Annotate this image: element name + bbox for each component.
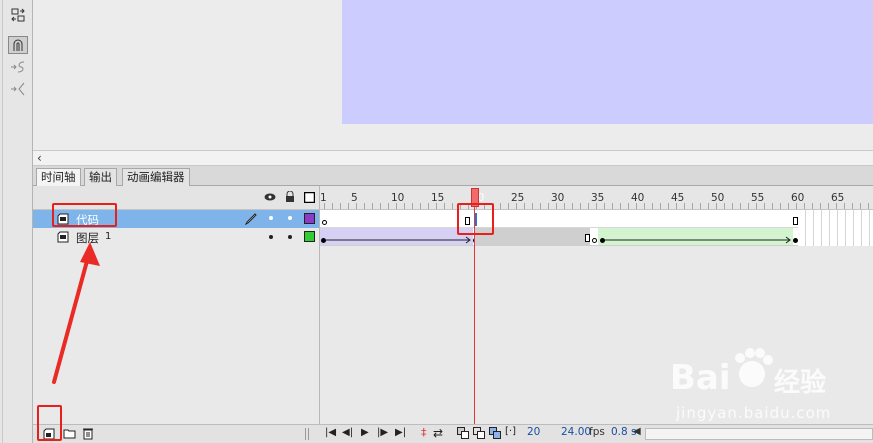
- loop-icon[interactable]: ⇄: [433, 426, 443, 440]
- frame-rate[interactable]: 24.00: [561, 426, 591, 438]
- ruler-label: 5: [351, 192, 358, 204]
- keyframe[interactable]: [793, 238, 798, 243]
- ruler-label: 55: [751, 192, 765, 204]
- lock-dot[interactable]: [288, 216, 292, 220]
- panel-edge: [2, 0, 3, 443]
- ruler-label: 50: [711, 192, 725, 204]
- keyframe-end[interactable]: [585, 234, 590, 242]
- ruler-label: 35: [591, 192, 605, 204]
- tools-panel: [0, 0, 33, 443]
- magnet-icon[interactable]: [8, 36, 28, 54]
- panel-tab-bar: 时间轴 输出 动画编辑器: [33, 166, 873, 186]
- play-icon[interactable]: ▶: [361, 427, 369, 438]
- onion-outline-icon[interactable]: [473, 427, 485, 442]
- tab-timeline[interactable]: 时间轴: [36, 168, 81, 186]
- outline-icon[interactable]: [303, 191, 316, 206]
- annotation-arrow: [52, 242, 100, 384]
- ruler-label: 1: [320, 192, 327, 204]
- ruler-label: 15: [431, 192, 445, 204]
- onion-skin-icon[interactable]: [457, 427, 469, 442]
- center-frame-icon[interactable]: ‡: [421, 426, 427, 439]
- blank-keyframe[interactable]: [322, 220, 327, 225]
- keyframe[interactable]: [321, 238, 326, 243]
- eye-icon[interactable]: [264, 192, 276, 205]
- go-to-first-icon[interactable]: |◀: [325, 427, 336, 438]
- swap-icon[interactable]: [8, 6, 28, 24]
- scroll-left-icon[interactable]: ◀: [633, 426, 641, 437]
- ruler-label: 45: [671, 192, 685, 204]
- ruler-label: 30: [551, 192, 565, 204]
- onion-markers-icon[interactable]: [·]: [505, 426, 516, 437]
- layer-color-swatch[interactable]: [304, 231, 315, 242]
- tab-output[interactable]: 输出: [84, 168, 117, 186]
- blank-keyframe[interactable]: [592, 238, 597, 243]
- frame-row-code[interactable]: [320, 210, 798, 228]
- annotation-box-new-layer: [37, 405, 62, 441]
- visibility-dot[interactable]: [269, 235, 273, 239]
- ruler-label: 10: [391, 192, 405, 204]
- annotation-box-layer: [52, 203, 117, 227]
- ruler-label: 40: [631, 192, 645, 204]
- fps-unit: fps: [589, 426, 605, 438]
- layer-color-swatch[interactable]: [304, 213, 315, 224]
- scroll-left-icon[interactable]: ‹: [37, 151, 42, 165]
- tab-motion-editor[interactable]: 动画编辑器: [122, 168, 190, 186]
- straighten-icon[interactable]: [8, 80, 28, 98]
- lock-icon[interactable]: [285, 190, 295, 206]
- ruler-label: 25: [511, 192, 525, 204]
- stage-horizontal-scrollbar[interactable]: ‹: [33, 150, 873, 166]
- step-forward-icon[interactable]: |▶: [377, 427, 388, 438]
- stage-canvas[interactable]: [342, 0, 873, 124]
- lock-dot[interactable]: [288, 235, 292, 239]
- panel-resize-handle[interactable]: [305, 428, 311, 440]
- go-to-last-icon[interactable]: ▶|: [395, 427, 406, 438]
- edit-multiple-icon[interactable]: [489, 427, 501, 442]
- keyframe[interactable]: [600, 238, 605, 243]
- annotation-box-frame: [457, 203, 494, 235]
- current-frame[interactable]: 20: [527, 426, 540, 438]
- ruler-label: 65: [831, 192, 845, 204]
- watermark-logo: Bai 经验 jingyan.baidu.com: [670, 340, 870, 430]
- visibility-dot[interactable]: [269, 216, 273, 220]
- empty-frame-cells[interactable]: [798, 210, 873, 246]
- step-back-icon[interactable]: ◀|: [342, 427, 353, 438]
- frame-row-layer1[interactable]: [320, 228, 798, 246]
- ruler-label: 60: [791, 192, 805, 204]
- delete-icon[interactable]: [82, 427, 94, 443]
- smooth-icon[interactable]: [8, 58, 28, 76]
- shape-tween-arrow: [604, 236, 791, 244]
- pencil-icon: [244, 213, 257, 228]
- new-folder-icon[interactable]: [63, 428, 76, 442]
- tween-arrow: [326, 236, 471, 244]
